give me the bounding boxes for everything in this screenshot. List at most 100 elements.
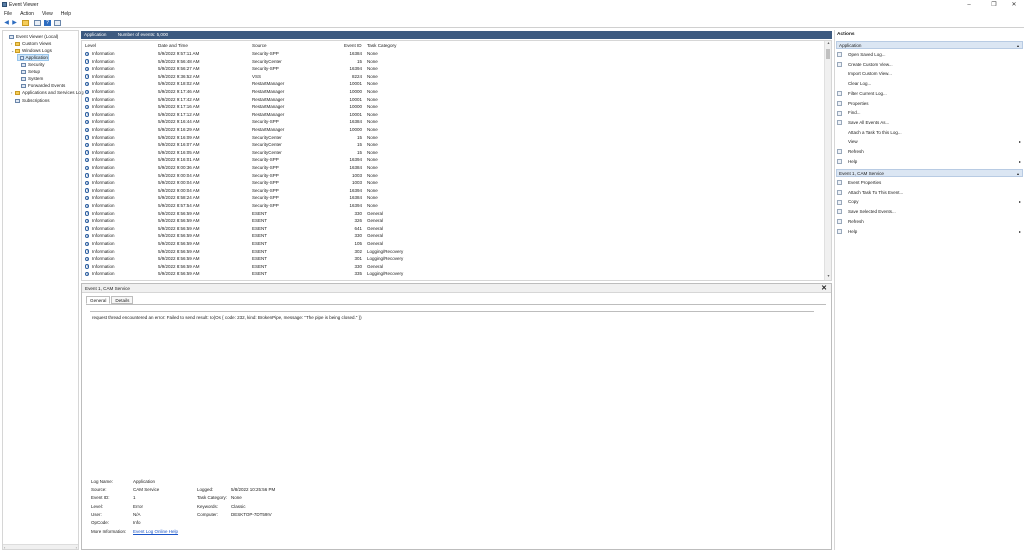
detail-close-icon[interactable]: ✕ (821, 284, 827, 293)
event-row[interactable]: i Information 5/9/2022 9:18:02 AM RestartMa… (82, 80, 824, 88)
column-header-level[interactable]: Level (85, 43, 96, 49)
event-row[interactable]: i Information 5/9/2022 9:36:52 AM VSS 8224 No… (82, 73, 824, 81)
event-row[interactable]: i Information 5/9/2022 8:56:59 AM ESENT 302 L… (82, 248, 824, 256)
help-icon[interactable]: ? (44, 20, 51, 26)
event-row[interactable]: i Information 5/9/2022 8:56:59 AM ESENT 326 G… (82, 217, 824, 225)
event-description[interactable]: request thread encountered an error: Fai… (92, 315, 362, 320)
tree-item-forwarded-events[interactable]: Forwarded Events (17, 82, 65, 89)
event-row[interactable]: i Information 5/9/2022 9:17:42 AM RestartMa… (82, 96, 824, 104)
action-refresh[interactable]: Refresh (837, 147, 1023, 157)
event-row[interactable]: i Information 5/9/2022 9:17:16 AM RestartMa… (82, 103, 824, 111)
back-arrow-icon[interactable]: ◀ (3, 20, 10, 26)
action-open-saved-log[interactable]: Open Saved Log... (837, 50, 1023, 60)
menu-action[interactable]: Action (16, 10, 38, 18)
event-row[interactable]: i Information 5/9/2022 8:56:59 AM ESENT 641 G… (82, 225, 824, 233)
event-row[interactable]: i Information 5/9/2022 8:56:59 AM ESENT 335 L… (82, 270, 824, 278)
event-row[interactable]: i Information 5/9/2022 8:56:59 AM ESENT 330 G… (82, 210, 824, 218)
action-import-custom-view[interactable]: Import Custom View... (837, 69, 1023, 79)
collapse-caret-icon[interactable]: ▴ (1017, 170, 1019, 177)
forward-arrow-icon[interactable]: ▶ (11, 20, 18, 26)
collapse-caret-icon[interactable]: ▴ (1017, 42, 1019, 49)
folder-up-icon[interactable] (22, 20, 29, 26)
action-properties[interactable]: Properties (837, 99, 1023, 109)
event-row[interactable]: i Information 5/9/2022 8:56:59 AM ESENT 330 G… (82, 263, 824, 271)
event-row[interactable]: i Information 5/9/2022 8:56:59 AM ESENT 301 L… (82, 255, 824, 263)
action-copy[interactable]: Copy ▸ (837, 197, 1023, 207)
action-attach-task-to-this-event[interactable]: Attach Task To This Event... (837, 188, 1023, 198)
column-header-source[interactable]: Source (252, 43, 267, 49)
scroll-left-icon[interactable]: ‹ (4, 545, 5, 550)
tree-item-applications-and-services-log[interactable]: › Applications and Services Log (11, 89, 84, 96)
scroll-right-icon[interactable]: › (76, 545, 77, 550)
action-event-properties[interactable]: Event Properties (837, 178, 1023, 188)
event-row[interactable]: i Information 5/9/2022 8:57:54 AM Security-… (82, 202, 824, 210)
action-attach-a-task-to-this-log[interactable]: Attach a Task To this Log... (837, 128, 1023, 138)
scroll-up-icon[interactable]: ▲ (825, 41, 831, 47)
show-hide-tree-icon[interactable] (34, 20, 41, 26)
event-row[interactable]: i Information 5/9/2022 8:58:24 AM Security-… (82, 194, 824, 202)
event-row[interactable]: i Information 5/9/2022 9:16:44 AM Security-… (82, 118, 824, 126)
action-view[interactable]: View ▸ (837, 137, 1023, 147)
tree-item-security[interactable]: Security (17, 61, 45, 68)
cell-event-id: 330 (354, 233, 362, 239)
minimize-button[interactable]: – (960, 1, 978, 9)
menu-help[interactable]: Help (57, 10, 75, 18)
information-icon: i (85, 271, 90, 277)
event-row[interactable]: i Information 5/9/2022 9:00:04 AM Security-… (82, 187, 824, 195)
event-row[interactable]: i Information 5/9/2022 8:56:59 AM ESENT 105 G… (82, 240, 824, 248)
column-header-event-id[interactable]: Event ID (344, 43, 362, 49)
event-row[interactable]: i Information 5/9/2022 9:17:12 AM RestartMa… (82, 111, 824, 119)
actions-section-event[interactable]: Event 1, CAM Service ▴ (836, 169, 1023, 177)
event-row[interactable]: i Information 5/9/2022 8:56:59 AM ESENT 330 G… (82, 232, 824, 240)
event-row[interactable]: i Information 5/9/2022 9:16:05 AM SecurityC… (82, 149, 824, 157)
tree-item-subscriptions[interactable]: Subscriptions (11, 97, 50, 104)
event-row[interactable]: i Information 5/9/2022 9:16:09 AM SecurityC… (82, 134, 824, 142)
action-create-custom-view[interactable]: Create Custom View... (837, 60, 1023, 70)
tree-horizontal-scrollbar[interactable]: ‹ › (3, 544, 78, 550)
event-row[interactable]: i Information 5/9/2022 9:00:04 AM Security-… (82, 179, 824, 187)
column-header-task-category[interactable]: Task Category (367, 43, 396, 49)
event-row[interactable]: i Information 5/9/2022 9:56:27 AM Security-… (82, 65, 824, 73)
scroll-down-icon[interactable]: ▼ (825, 274, 831, 280)
column-header-date[interactable]: Date and Time (158, 43, 188, 49)
event-row[interactable]: i Information 5/9/2022 9:16:07 AM SecurityC… (82, 141, 824, 149)
maximize-button[interactable]: ❐ (985, 1, 1003, 9)
action-clear-log[interactable]: Clear Log... (837, 79, 1023, 89)
information-icon: i (85, 89, 90, 94)
cell-event-id: 10000 (349, 89, 362, 94)
event-row[interactable]: i Information 5/9/2022 9:00:36 AM Security-… (82, 164, 824, 172)
cell-source: RestartManager (252, 81, 285, 87)
action-find[interactable]: Find... (837, 108, 1023, 118)
window-title: Event Viewer (9, 2, 39, 8)
event-row[interactable]: i Information 5/9/2022 9:00:04 AM Security-… (82, 172, 824, 180)
event-row[interactable]: i Information 5/9/2022 9:16:01 AM Security-… (82, 156, 824, 164)
tree-item-windows-logs[interactable]: ⌄ Windows Logs (11, 47, 52, 54)
tree-item-custom-views[interactable]: › Custom Views (11, 40, 51, 47)
close-button[interactable]: ✕ (1005, 1, 1023, 9)
event-row[interactable]: i Information 5/9/2022 9:17:46 AM RestartMa… (82, 88, 824, 96)
tree-item-event-viewer-local[interactable]: Event Viewer (Local) (5, 33, 58, 40)
information-icon: i (85, 233, 90, 239)
event-row[interactable]: i Information 5/9/2022 9:56:48 AM SecurityC… (82, 58, 824, 66)
event-description-box[interactable]: request thread encountered an error: Fai… (90, 311, 814, 451)
cell-date: 5/9/2022 8:56:59 AM (158, 271, 200, 277)
tree-item-setup[interactable]: Setup (17, 68, 40, 75)
event-row[interactable]: i Information 5/9/2022 9:16:29 AM RestartMa… (82, 126, 824, 134)
event-row[interactable]: i Information 5/9/2022 9:57:11 AM Security-… (82, 50, 824, 58)
action-help[interactable]: Help ▸ (837, 157, 1023, 167)
action-help[interactable]: Help ▸ (837, 227, 1023, 237)
no-icon (837, 81, 842, 86)
action-filter-current-log[interactable]: Filter Current Log... (837, 89, 1023, 99)
action-save-all-events-as[interactable]: Save All Events As... (837, 118, 1023, 128)
scroll-thumb[interactable] (826, 49, 830, 59)
show-hide-action-pane-icon[interactable] (54, 20, 61, 26)
event-log-online-help-link[interactable]: Event Log Online Help (133, 529, 178, 534)
tree-item-system[interactable]: System (17, 75, 43, 82)
action-save-selected-events[interactable]: Save Selected Events... (837, 207, 1023, 217)
menu-view[interactable]: View (38, 10, 57, 18)
tree-item-application[interactable]: Application (17, 54, 49, 61)
actions-section-application[interactable]: Application ▴ (836, 41, 1023, 49)
action-refresh[interactable]: Refresh (837, 217, 1023, 227)
events-scrollbar[interactable]: ▲ ▼ (824, 41, 831, 280)
menu-file[interactable]: File (0, 10, 16, 18)
